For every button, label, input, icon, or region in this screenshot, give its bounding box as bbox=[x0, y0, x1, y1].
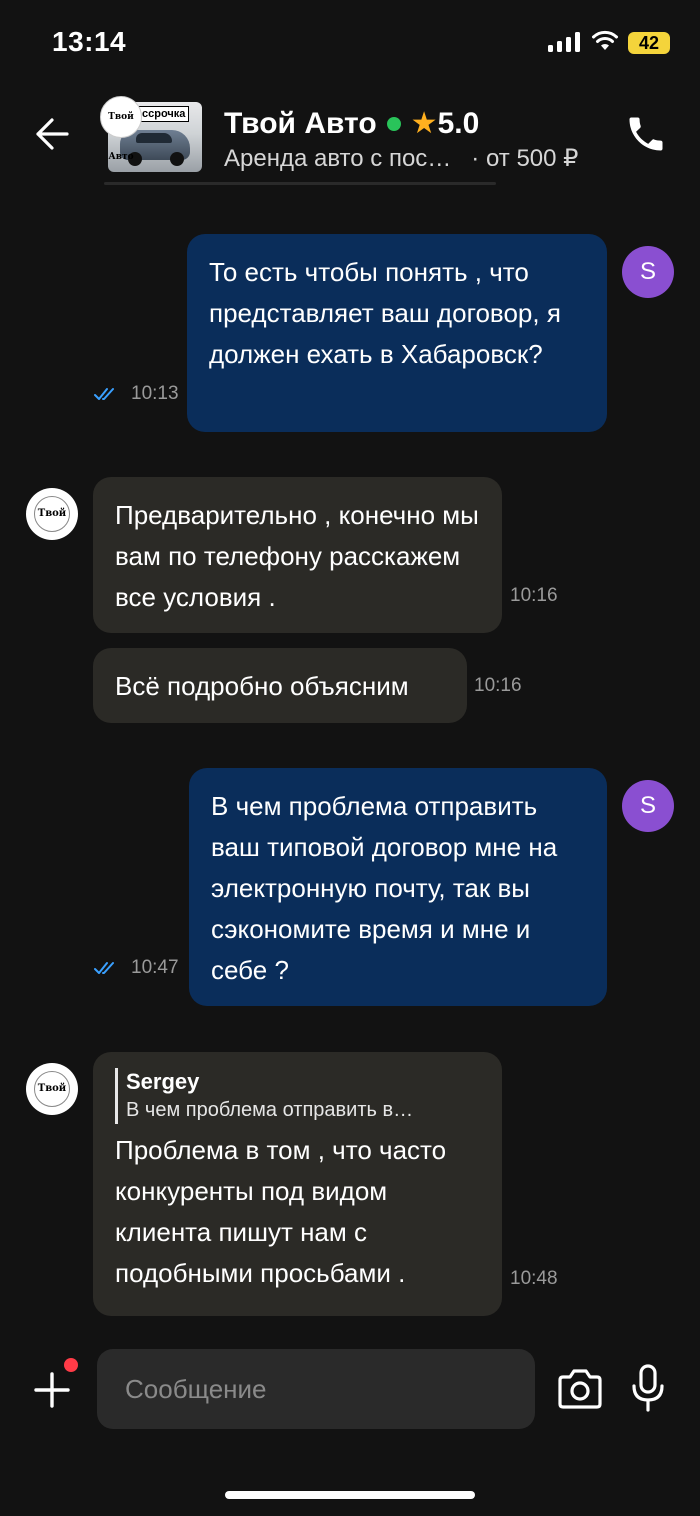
seller-logo: Твой Авто bbox=[100, 96, 142, 162]
wifi-icon bbox=[592, 30, 618, 50]
back-arrow-icon[interactable] bbox=[34, 116, 70, 152]
quote-text: В чем проблема отправить в… bbox=[126, 1099, 414, 1121]
user-avatar[interactable]: S bbox=[622, 780, 674, 832]
listing-price: · от 500 ₽ bbox=[471, 145, 579, 172]
message-bubble-outgoing[interactable]: То есть чтобы понять , что представляет … bbox=[187, 234, 607, 432]
seller-avatar[interactable]: Твой Авто bbox=[26, 1063, 78, 1115]
online-indicator-icon bbox=[386, 116, 401, 131]
chat-subtitle[interactable]: Аренда авто с пос… · от 500 ₽ bbox=[224, 144, 578, 173]
thumbnail-tag: ссрочка bbox=[138, 106, 190, 122]
status-time: 13:14 bbox=[52, 26, 127, 57]
cellular-signal-icon bbox=[548, 32, 580, 52]
message-time: 10:13 bbox=[131, 383, 179, 404]
read-checkmarks-icon bbox=[94, 388, 114, 400]
message-text: В чем проблема отправить ваш типовой дог… bbox=[211, 791, 558, 985]
notification-dot bbox=[64, 1358, 78, 1372]
seller-avatar[interactable]: Твой Авто bbox=[26, 488, 78, 540]
message-bubble-outgoing[interactable]: В чем проблема отправить ваш типовой дог… bbox=[189, 768, 607, 1006]
message-bubble-incoming[interactable]: Предварительно , конечно мы вам по телеф… bbox=[93, 477, 502, 633]
home-indicator bbox=[225, 1491, 475, 1499]
seller-name: Твой Авто bbox=[224, 106, 377, 140]
message-time: 10:16 bbox=[474, 675, 522, 696]
message-bubble-incoming[interactable]: Sergey В чем проблема отправить в… Пробл… bbox=[93, 1052, 502, 1316]
message-time: 10:16 bbox=[510, 585, 558, 606]
message-text: Проблема в том , что часто конкуренты по… bbox=[115, 1135, 447, 1288]
message-input[interactable] bbox=[97, 1349, 535, 1429]
user-avatar[interactable]: S bbox=[622, 246, 674, 298]
header-divider bbox=[104, 182, 496, 185]
battery-icon: 42 bbox=[628, 32, 670, 54]
microphone-icon[interactable] bbox=[630, 1364, 666, 1412]
message-text: Всё подробно объясним bbox=[115, 671, 409, 701]
attach-plus-icon[interactable] bbox=[34, 1372, 70, 1408]
chat-title[interactable]: Твой Авто ★5.0 bbox=[224, 106, 479, 141]
phone-icon[interactable] bbox=[624, 112, 668, 156]
message-text: То есть чтобы понять , что представляет … bbox=[209, 257, 561, 369]
listing-title: Аренда авто с пос… bbox=[224, 145, 452, 172]
reply-quote[interactable]: Sergey В чем проблема отправить в… bbox=[115, 1068, 480, 1124]
rating-value: 5.0 bbox=[437, 107, 480, 140]
message-time: 10:48 bbox=[510, 1268, 558, 1289]
message-time: 10:47 bbox=[131, 957, 179, 978]
message-text: Предварительно , конечно мы вам по телеф… bbox=[115, 500, 479, 612]
quote-author: Sergey bbox=[126, 1069, 200, 1094]
read-checkmarks-icon bbox=[94, 962, 114, 974]
message-bubble-incoming[interactable]: Всё подробно объясним bbox=[93, 648, 467, 723]
camera-icon[interactable] bbox=[556, 1368, 604, 1410]
star-icon: ★ bbox=[410, 107, 438, 140]
